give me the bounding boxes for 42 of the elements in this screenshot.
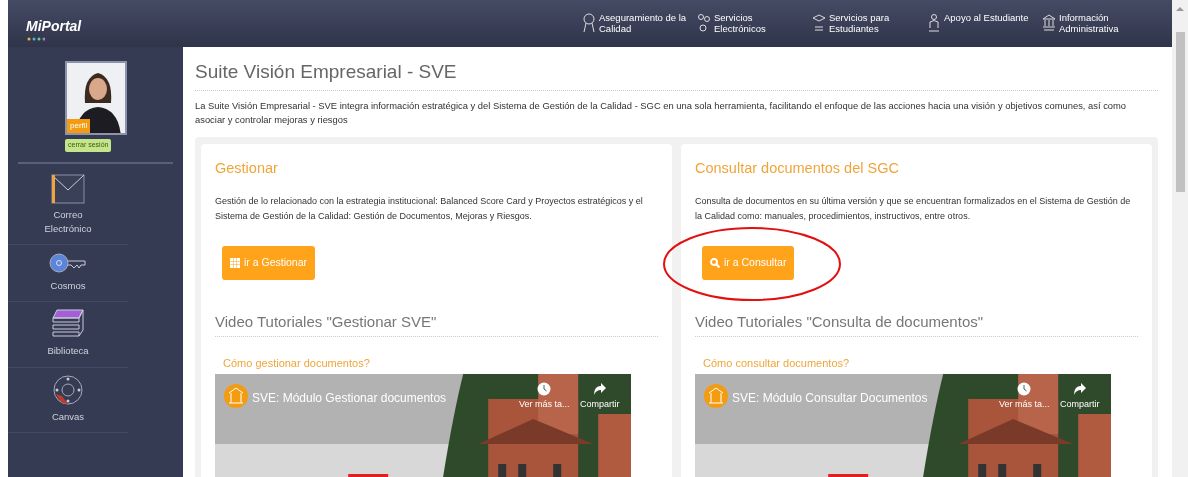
sidebar-item[interactable]: Biblioteca bbox=[8, 302, 128, 368]
card-description: Consulta de documentos en su última versión y que se encuentran formalizados en el Sistema de Gestión de la Calidad como: manuales, procedimientos, instructivos, entre otros. bbox=[695, 194, 1132, 224]
graduation-cap-icon bbox=[812, 13, 826, 34]
share-button[interactable]: Compartir bbox=[1059, 381, 1100, 411]
network-icon bbox=[697, 13, 711, 34]
card-description: Gestión de lo relacionado con la estrategia institucional: Balanced Score Card y Proyectos estratégicos y el Sistema de Gestión de la Calidad: Gestión de Documentos, Mejoras y Riesgos. bbox=[215, 194, 644, 224]
share-arrow-icon bbox=[1072, 381, 1087, 396]
video-section-heading: Video Tutoriales "Consulta de documentos" bbox=[695, 310, 1138, 337]
share-button[interactable]: Compartir bbox=[579, 381, 620, 411]
grid-icon bbox=[230, 257, 240, 268]
intro-paragraph: La Suite Visión Empresarial - SVE integra información estratégica y del Sistema de Gestión de la Calidad - SGC en una sola herramienta, facilitando el enfoque de las acciones hacia una visión y objetivos comunes, así como asociar y controlar mejoras y riesgos bbox=[195, 98, 1128, 127]
search-icon bbox=[710, 257, 720, 268]
nav-link[interactable]: Servicios Electrónicos bbox=[693, 13, 808, 34]
medal-icon bbox=[582, 13, 596, 34]
canvas-logo-icon bbox=[52, 373, 84, 406]
clock-icon bbox=[537, 381, 552, 396]
sidebar-item[interactable]: Correo Electrónico bbox=[8, 167, 128, 245]
scrollbar[interactable] bbox=[1172, 0, 1188, 477]
page-title: Suite Visión Empresarial - SVE bbox=[195, 61, 1158, 91]
sidebar-item[interactable]: Cosmos bbox=[8, 245, 128, 303]
card-title: Gestionar bbox=[215, 159, 279, 178]
channel-logo-icon[interactable] bbox=[703, 382, 729, 409]
nav-link[interactable]: Aseguramiento de la Calidad bbox=[578, 13, 693, 34]
card-title: Consultar documentos del SGC bbox=[695, 159, 900, 178]
scrollbar-thumb[interactable] bbox=[1175, 32, 1185, 192]
watch-later-button[interactable]: Ver más ta... bbox=[518, 381, 570, 411]
nav-link[interactable]: Apoyo al Estudiante bbox=[923, 13, 1038, 34]
watch-later-button[interactable]: Ver más ta... bbox=[998, 381, 1050, 411]
scroll-up-icon[interactable] bbox=[1176, 6, 1184, 12]
portal-logo[interactable]: MiPortal bbox=[26, 16, 578, 37]
share-arrow-icon bbox=[592, 381, 607, 396]
nav-link[interactable]: Información Administrativa bbox=[1038, 13, 1153, 34]
building-icon bbox=[1042, 13, 1056, 34]
key-icon bbox=[49, 251, 87, 275]
nav-link[interactable]: Servicios para Estudiantes bbox=[808, 13, 923, 34]
clock-icon bbox=[1017, 381, 1032, 396]
person-icon bbox=[927, 13, 941, 34]
channel-logo-icon[interactable] bbox=[223, 382, 249, 409]
dots-icon bbox=[27, 37, 45, 41]
sidebar-item[interactable]: Canvas bbox=[8, 367, 128, 433]
video-section-heading: Video Tutoriales "Gestionar SVE" bbox=[215, 310, 658, 337]
envelope-icon bbox=[51, 173, 85, 204]
